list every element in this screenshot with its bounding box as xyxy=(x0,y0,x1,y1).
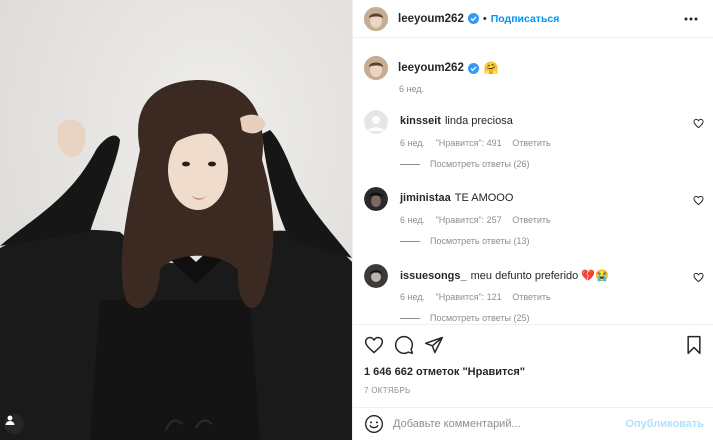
bookmark-icon[interactable] xyxy=(684,335,704,355)
caption-timestamp[interactable]: 6 нед. xyxy=(399,84,424,94)
comment-time[interactable]: 6 нед. xyxy=(400,215,425,225)
separator-dot: • xyxy=(482,12,487,25)
replies-line xyxy=(400,163,420,165)
heart-icon[interactable] xyxy=(364,335,384,355)
caption-text: 🤗 xyxy=(483,61,499,75)
verified-badge-icon xyxy=(467,13,479,24)
caption-author-avatar[interactable] xyxy=(364,56,388,80)
comment-time[interactable]: 6 нед. xyxy=(400,292,425,302)
comment-likes[interactable]: "Нравится": 491 xyxy=(436,138,502,148)
comment-likes[interactable]: "Нравится": 121 xyxy=(436,292,502,302)
comment-meta: 6 нед. "Нравится": 257 Ответить xyxy=(400,215,559,225)
commenter-username[interactable]: jiministaa xyxy=(400,192,451,204)
heart-icon[interactable] xyxy=(693,195,704,206)
view-replies-button[interactable]: Посмотреть ответы (25) xyxy=(400,313,530,323)
comments-list[interactable]: leeyoum262 🤗 6 нед. kinsseit linda preci… xyxy=(353,38,713,324)
comment-icon[interactable] xyxy=(394,335,414,355)
post-date[interactable]: 7 ОКТЯБРЬ xyxy=(364,386,411,395)
add-comment-bar: Опубликовать xyxy=(353,407,713,440)
comment-body: meu defunto preferido 💔😭 xyxy=(470,270,609,282)
more-horizontal-icon[interactable] xyxy=(683,11,699,27)
publish-button[interactable]: Опубликовать xyxy=(625,418,704,430)
heart-icon[interactable] xyxy=(693,272,704,283)
commenter-username[interactable]: kinsseit xyxy=(400,115,441,127)
post-header: leeyoum262 • Подписаться xyxy=(353,0,713,38)
reply-button[interactable]: Ответить xyxy=(512,292,550,302)
view-replies-button[interactable]: Посмотреть ответы (13) xyxy=(400,236,530,246)
comment-time[interactable]: 6 нед. xyxy=(400,138,425,148)
smile-icon[interactable] xyxy=(364,414,384,434)
action-icons xyxy=(364,335,444,355)
portrait-illustration xyxy=(0,0,352,440)
commenter-avatar[interactable] xyxy=(364,264,388,288)
comment-meta: 6 нед. "Нравится": 491 Ответить xyxy=(400,138,559,148)
commenter-username[interactable]: issuesongs_ xyxy=(400,270,467,282)
view-replies-label[interactable]: Посмотреть ответы (25) xyxy=(430,313,530,323)
comment-meta: 6 нед. "Нравится": 121 Ответить xyxy=(400,292,559,302)
caption-username[interactable]: leeyoum262 xyxy=(398,62,464,74)
comment-body: linda preciosa xyxy=(444,115,513,127)
verified-badge-icon xyxy=(467,62,479,74)
commenter-avatar[interactable] xyxy=(364,110,388,134)
post-details-panel: leeyoum262 • Подписаться leeyoum262 🤗 6 … xyxy=(352,0,713,440)
view-replies-label[interactable]: Посмотреть ответы (13) xyxy=(430,236,530,246)
share-icon[interactable] xyxy=(424,335,444,355)
user-tag-icon[interactable] xyxy=(4,414,24,434)
author-username[interactable]: leeyoum262 xyxy=(398,13,464,25)
comment-text: kinsseit linda preciosa xyxy=(400,115,513,127)
commenter-avatar[interactable] xyxy=(364,187,388,211)
follow-button[interactable]: Подписаться xyxy=(491,13,560,25)
replies-line xyxy=(400,317,420,319)
comment-text: issuesongs_ meu defunto preferido 💔😭 xyxy=(400,269,609,282)
reply-button[interactable]: Ответить xyxy=(512,215,550,225)
post-viewer: leeyoum262 • Подписаться leeyoum262 🤗 6 … xyxy=(0,0,713,440)
comment-likes[interactable]: "Нравится": 257 xyxy=(436,215,502,225)
reply-button[interactable]: Ответить xyxy=(512,138,550,148)
post-actions: 1 646 662 отметок "Нравится" 7 ОКТЯБРЬ О… xyxy=(353,324,713,440)
author-avatar[interactable] xyxy=(364,6,388,31)
likes-count[interactable]: 1 646 662 отметок "Нравится" xyxy=(364,366,525,378)
comment-input[interactable] xyxy=(393,418,623,430)
view-replies-label[interactable]: Посмотреть ответы (26) xyxy=(430,159,530,169)
comment-text: jiministaa TE AMOOO xyxy=(400,192,513,204)
replies-line xyxy=(400,240,420,242)
heart-icon[interactable] xyxy=(693,118,704,129)
post-caption: leeyoum262 🤗 xyxy=(364,56,499,80)
post-photo[interactable] xyxy=(0,0,352,440)
comment-body: TE AMOOO xyxy=(454,192,514,204)
view-replies-button[interactable]: Посмотреть ответы (26) xyxy=(400,159,530,169)
